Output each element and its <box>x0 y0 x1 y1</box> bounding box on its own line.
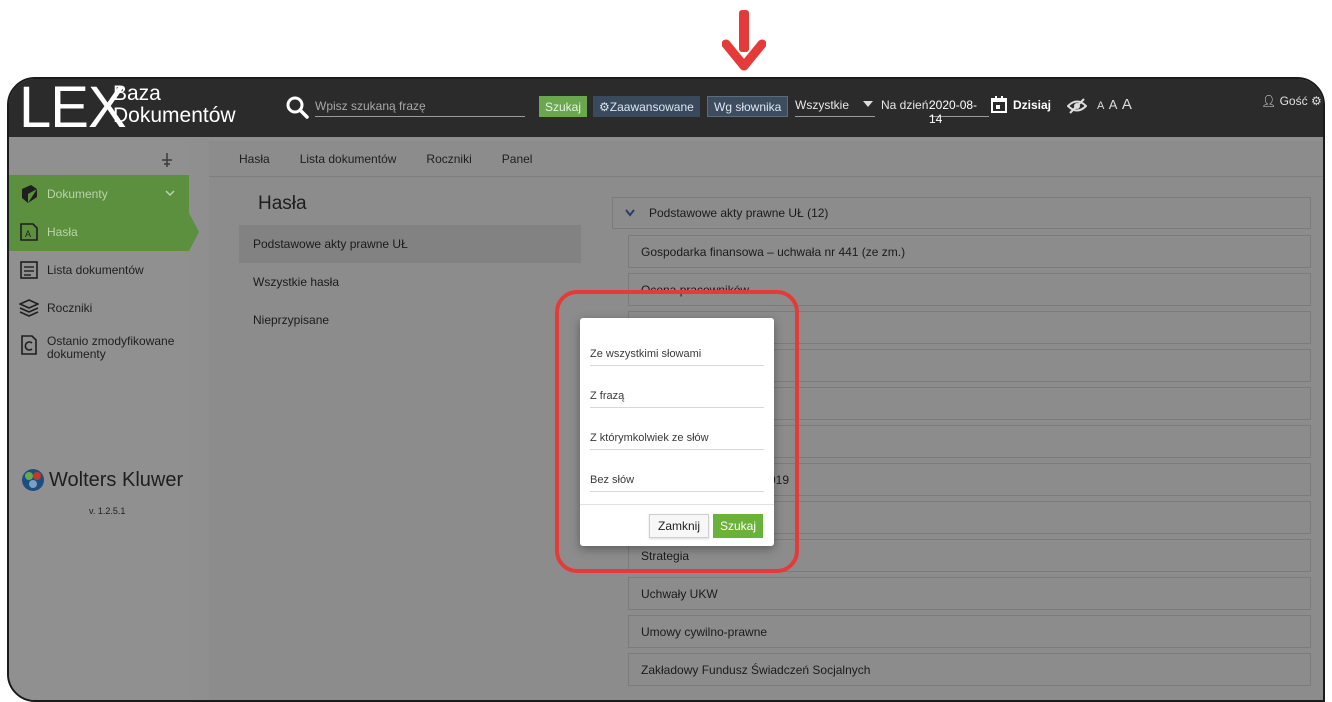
sidebar-item-label: Ostanio zmodyfikowane dokumenty <box>47 334 175 361</box>
top-bar: LEX Baza Dokumentów Szukaj ⚙Zaawansowane… <box>9 79 1323 137</box>
list-item-podstawowe[interactable]: Podstawowe akty prawne UŁ <box>239 225 581 263</box>
caret-down-icon <box>863 101 873 107</box>
user-label: Gość <box>1279 94 1308 108</box>
calendar-icon[interactable] <box>991 96 1007 113</box>
user-menu[interactable]: 👤︎ Gość ⚙ <box>1261 94 1322 108</box>
date-label: Na dzień: <box>881 98 932 112</box>
tab-bar: Hasła Lista dokumentów Roczniki Panel <box>209 141 1323 177</box>
red-arrow-annotation <box>722 10 766 71</box>
tree-group-header[interactable]: Podstawowe akty prawne UŁ (12) <box>612 197 1311 229</box>
sidebar-item-lista-dokumentow[interactable]: Lista dokumentów <box>9 251 189 289</box>
sidebar-item-dokumenty[interactable]: Dokumenty <box>9 175 189 213</box>
gears-icon: ⚙ <box>599 99 610 114</box>
date-field[interactable]: 2020-08-14 <box>929 95 989 126</box>
wolters-kluwer-emblem-icon <box>22 469 44 491</box>
dictionary-search-button[interactable]: Wg słownika <box>707 96 789 117</box>
scope-select[interactable]: Wszystkie <box>795 95 875 117</box>
sidebar-item-label: Hasła <box>47 225 78 239</box>
tab-lista-dokumentow[interactable]: Lista dokumentów <box>300 152 397 166</box>
keyword-group-list: Podstawowe akty prawne UŁ Wszystkie hasł… <box>239 225 581 339</box>
user-icon: 👤︎ <box>1261 94 1277 108</box>
layers-icon <box>19 299 39 317</box>
tab-hasla[interactable]: Hasła <box>239 152 270 166</box>
sidebar: Dokumenty A Hasła Lista dokumentów Roczn… <box>9 141 199 700</box>
today-button[interactable]: Dzisiaj <box>1013 98 1051 112</box>
logo-lex: LEX <box>19 77 127 140</box>
search-input[interactable] <box>315 95 525 117</box>
sidebar-item-label: Roczniki <box>47 301 93 315</box>
chevron-down-icon <box>165 190 175 197</box>
tree-row[interactable]: Zakładowy Fundusz Świadczeń Socjalnych <box>628 653 1311 686</box>
logo-subtitle: Baza Dokumentów <box>113 83 236 127</box>
advanced-search-button[interactable]: ⚙Zaawansowane <box>593 96 700 117</box>
sidebar-item-ostatnio-zmodyfikowane[interactable]: Ostanio zmodyfikowane dokumenty <box>9 329 189 373</box>
sidebar-item-hasla[interactable]: A Hasła <box>9 213 199 251</box>
eye-slash-icon[interactable] <box>1067 97 1087 115</box>
list-item-wszystkie[interactable]: Wszystkie hasła <box>239 263 581 301</box>
modified-doc-icon <box>21 335 37 355</box>
collapse-sidebar-icon[interactable] <box>160 153 174 167</box>
chevron-down-icon <box>625 209 635 217</box>
tab-panel[interactable]: Panel <box>502 152 533 166</box>
sidebar-item-label: Lista dokumentów <box>47 263 144 277</box>
red-highlight-annotation <box>555 290 799 573</box>
version-label: v. 1.2.5.1 <box>89 506 126 516</box>
logo-line1: Baza <box>113 82 161 105</box>
font-small-button[interactable]: A <box>1097 100 1104 112</box>
svg-text:A: A <box>25 229 31 239</box>
page-title: Hasła <box>258 193 307 214</box>
search-icon[interactable] <box>285 95 309 119</box>
gear-icon[interactable]: ⚙ <box>1311 94 1322 108</box>
font-medium-button[interactable]: A <box>1109 97 1118 112</box>
tree-row[interactable]: Umowy cywilno-prawne <box>628 615 1311 648</box>
scope-select-value: Wszystkie <box>795 98 849 112</box>
list-item-nieprzypisane[interactable]: Nieprzypisane <box>239 301 581 339</box>
active-arrow <box>189 213 199 251</box>
tab-roczniki[interactable]: Roczniki <box>426 152 471 166</box>
font-large-button[interactable]: A <box>1122 96 1132 113</box>
tag-icon: A <box>20 223 38 241</box>
wolters-kluwer-logo: Wolters Kluwer <box>21 468 183 492</box>
tree-row[interactable]: Uchwały UKW <box>628 577 1311 610</box>
book-icon <box>22 185 37 203</box>
list-icon <box>20 261 38 279</box>
logo-line2: Dokumentów <box>113 104 236 127</box>
brand-name: Wolters Kluwer <box>49 468 184 491</box>
advanced-label: Zaawansowane <box>609 99 694 114</box>
font-size-controls: A A A <box>1097 96 1132 114</box>
sidebar-item-roczniki[interactable]: Roczniki <box>9 289 189 327</box>
tree-group-label: Podstawowe akty prawne UŁ (12) <box>649 206 829 220</box>
tree-row[interactable]: Gospodarka finansowa – uchwała nr 441 (z… <box>628 235 1311 268</box>
sidebar-item-label: Dokumenty <box>47 187 108 201</box>
search-button[interactable]: Szukaj <box>539 96 588 117</box>
